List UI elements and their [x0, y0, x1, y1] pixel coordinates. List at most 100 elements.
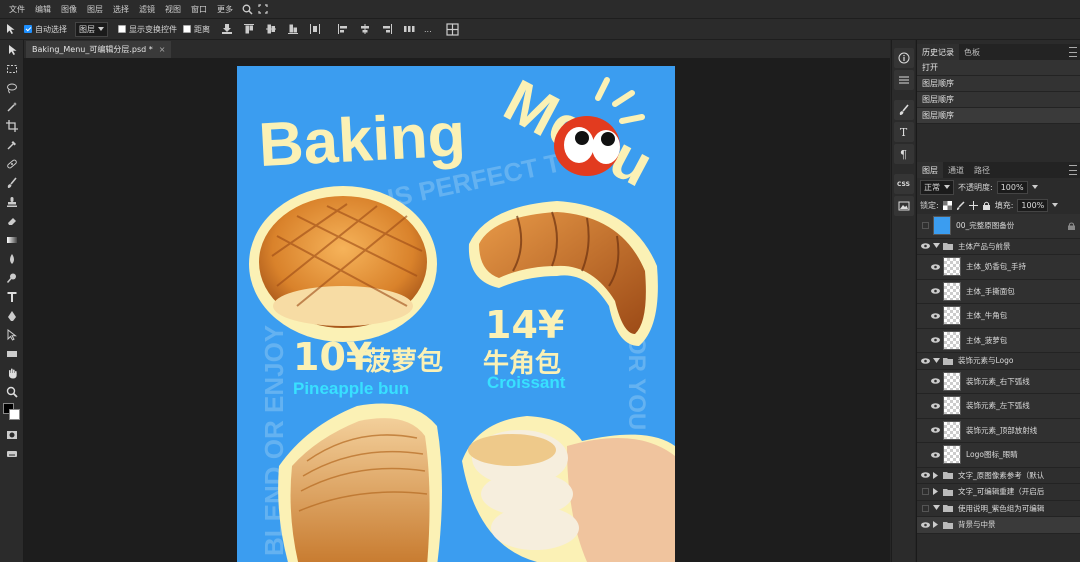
- lock-transparency-icon[interactable]: [942, 200, 952, 210]
- document-tab[interactable]: Baking_Menu_可编辑分层.psd * ×: [26, 41, 172, 58]
- eye-icon[interactable]: [917, 243, 933, 250]
- eyedropper-tool[interactable]: [0, 135, 24, 154]
- move-tool[interactable]: [0, 40, 24, 59]
- stamp-tool[interactable]: [0, 192, 24, 211]
- chevron-right-icon[interactable]: [933, 471, 939, 479]
- eye-icon[interactable]: [927, 337, 943, 344]
- menu-view[interactable]: 视图: [160, 4, 186, 15]
- blur-tool[interactable]: [0, 249, 24, 268]
- search-icon[interactable]: [240, 2, 254, 16]
- eye-icon[interactable]: [927, 263, 943, 270]
- history-item-current[interactable]: 图层顺序: [917, 108, 1080, 124]
- auto-select-target-dropdown[interactable]: 图层: [75, 21, 108, 37]
- layer-row[interactable]: 主体_牛角包: [917, 304, 1080, 329]
- tab-channels[interactable]: 通道: [943, 162, 969, 178]
- menu-layer[interactable]: 图层: [82, 4, 108, 15]
- panel-menu-icon[interactable]: [1069, 165, 1077, 175]
- menu-select[interactable]: 选择: [108, 4, 134, 15]
- poster-canvas[interactable]: IS PERFECT TO BLEND OR ENJOY OR YOU Baki…: [237, 66, 675, 562]
- layer-group-row[interactable]: 装饰元素与Logo: [917, 353, 1080, 370]
- canvas-workspace[interactable]: IS PERFECT TO BLEND OR ENJOY OR YOU Baki…: [24, 58, 890, 562]
- menu-filter[interactable]: 滤镜: [134, 4, 160, 15]
- eye-icon[interactable]: [927, 451, 943, 458]
- visibility-off-box[interactable]: [917, 222, 933, 230]
- close-tab-icon[interactable]: ×: [159, 45, 166, 54]
- character-icon[interactable]: T: [893, 122, 914, 142]
- lock-position-icon[interactable]: [968, 200, 978, 210]
- history-item[interactable]: 图层顺序: [917, 76, 1080, 92]
- layer-row[interactable]: 主体_手撕面包: [917, 279, 1080, 304]
- history-item[interactable]: 图层顺序: [917, 92, 1080, 108]
- layer-group-row[interactable]: 文字_可编辑重建（开启后: [917, 484, 1080, 501]
- chevron-down-icon[interactable]: [933, 357, 940, 364]
- background-color-swatch[interactable]: [9, 409, 20, 420]
- magic-wand-tool[interactable]: [0, 97, 24, 116]
- menu-edit[interactable]: 编辑: [30, 4, 56, 15]
- fill-chevron-icon[interactable]: [1052, 203, 1059, 207]
- layer-row[interactable]: 00_完整原图备份: [917, 214, 1080, 239]
- layer-group-row[interactable]: 主体产品与前景: [917, 238, 1080, 255]
- align-top-icon[interactable]: [242, 22, 256, 36]
- image-icon[interactable]: [893, 196, 914, 216]
- paragraph-icon[interactable]: ¶: [893, 144, 914, 164]
- layer-row[interactable]: 主体_奶香包_手持: [917, 255, 1080, 280]
- eye-icon[interactable]: [917, 472, 933, 479]
- menu-window[interactable]: 窗口: [186, 4, 212, 15]
- layer-row[interactable]: 装饰元素_顶部放射线: [917, 418, 1080, 443]
- layer-row[interactable]: 主体_菠萝包: [917, 328, 1080, 353]
- download-icon[interactable]: [220, 22, 234, 36]
- layer-group-row[interactable]: 使用说明_紫色组为可编辑: [917, 500, 1080, 517]
- layer-group-row-selected[interactable]: 背景与中景: [917, 517, 1080, 534]
- layer-row[interactable]: 装饰元素_左下弧线: [917, 394, 1080, 419]
- distribute-icon[interactable]: [308, 22, 322, 36]
- align-hcenter-icon[interactable]: [358, 22, 372, 36]
- eye-icon[interactable]: [927, 312, 943, 319]
- lock-all-icon[interactable]: [982, 201, 991, 210]
- visibility-off-box[interactable]: [917, 504, 933, 512]
- type-tool[interactable]: [0, 287, 24, 306]
- eye-icon[interactable]: [917, 521, 933, 528]
- keyboard-icon[interactable]: [0, 444, 24, 463]
- eye-icon[interactable]: [927, 378, 943, 385]
- brush-settings-icon[interactable]: [893, 100, 914, 120]
- properties-icon[interactable]: [893, 70, 914, 90]
- distance-checkbox[interactable]: 距离: [183, 24, 210, 35]
- align-left-icon[interactable]: [336, 22, 350, 36]
- path-select-tool[interactable]: [0, 325, 24, 344]
- info-icon[interactable]: [893, 48, 914, 68]
- fill-input[interactable]: 100%: [1017, 198, 1049, 212]
- eye-icon[interactable]: [917, 357, 933, 364]
- show-transform-checkbox[interactable]: 显示变换控件: [118, 24, 177, 35]
- align-bottom-icon[interactable]: [286, 22, 300, 36]
- gradient-tool[interactable]: [0, 230, 24, 249]
- tab-history[interactable]: 历史记录: [917, 44, 959, 60]
- eraser-tool[interactable]: [0, 211, 24, 230]
- tab-layers[interactable]: 图层: [917, 162, 943, 178]
- opacity-input[interactable]: 100%: [996, 180, 1028, 194]
- brush-tool[interactable]: [0, 173, 24, 192]
- eye-icon[interactable]: [927, 427, 943, 434]
- blend-mode-dropdown[interactable]: 正常: [920, 179, 954, 195]
- layer-row[interactable]: Logo图标_眼睛: [917, 443, 1080, 468]
- chevron-down-icon[interactable]: [933, 243, 940, 249]
- chevron-right-icon[interactable]: [933, 521, 939, 529]
- menu-more[interactable]: 更多: [212, 4, 238, 15]
- chevron-down-icon[interactable]: [933, 505, 940, 511]
- align-right-icon[interactable]: [380, 22, 394, 36]
- zoom-tool[interactable]: [0, 382, 24, 401]
- distribute-h-icon[interactable]: [402, 22, 416, 36]
- healing-tool[interactable]: [0, 154, 24, 173]
- opacity-chevron-icon[interactable]: [1031, 185, 1038, 189]
- shape-tool[interactable]: [0, 344, 24, 363]
- quick-mask-icon[interactable]: [0, 425, 24, 444]
- fullscreen-icon[interactable]: [256, 2, 270, 16]
- tab-swatches[interactable]: 色板: [959, 44, 985, 60]
- hand-tool[interactable]: [0, 363, 24, 382]
- lock-pixels-icon[interactable]: [956, 200, 965, 210]
- layer-row[interactable]: 装饰元素_右下弧线: [917, 369, 1080, 394]
- crop-tool[interactable]: [0, 116, 24, 135]
- align-vcenter-icon[interactable]: [264, 22, 278, 36]
- eye-icon[interactable]: [927, 288, 943, 295]
- dodge-tool[interactable]: [0, 268, 24, 287]
- move-tool-icon[interactable]: [4, 22, 18, 36]
